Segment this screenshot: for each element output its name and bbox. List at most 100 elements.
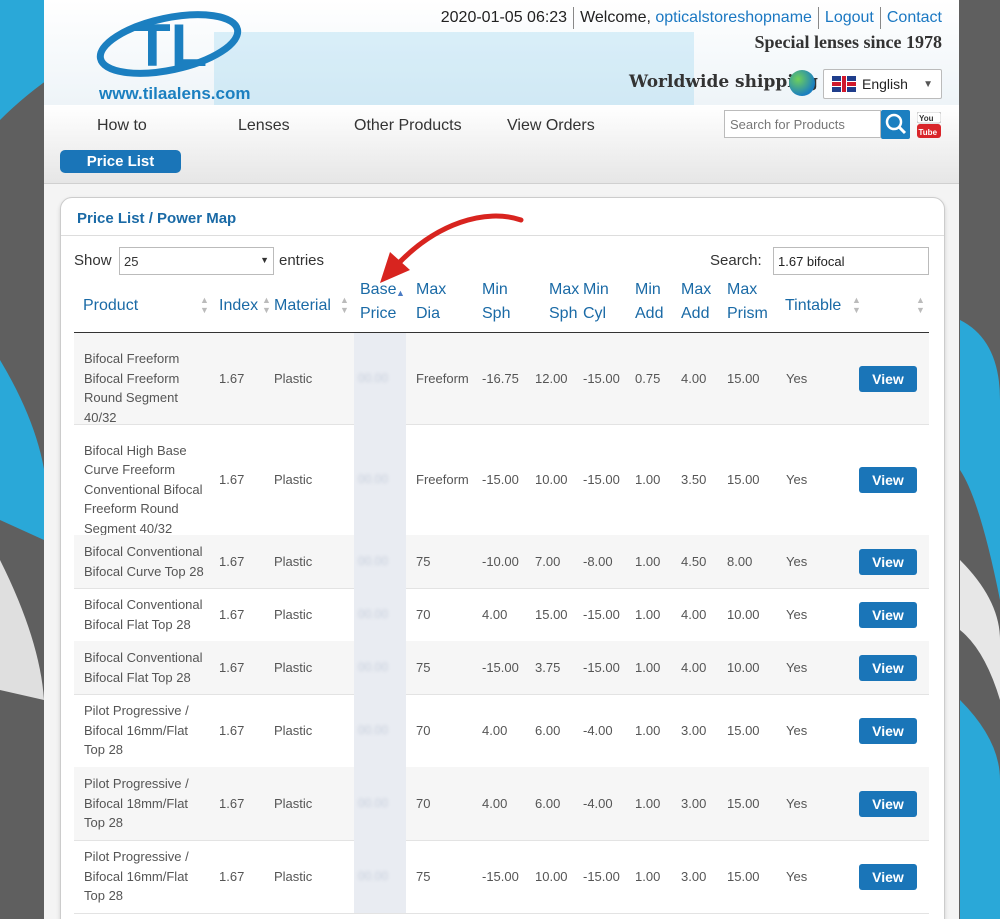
header: TL www.tilaalens.com 2020-01-05 06:23 We… bbox=[44, 0, 959, 105]
nav-lenses[interactable]: Lenses bbox=[238, 117, 290, 135]
cell-min-cyl: -15.00 bbox=[583, 659, 620, 675]
search-label: Search: bbox=[710, 252, 762, 269]
contact-link[interactable]: Contact bbox=[887, 9, 942, 27]
cell-max-prism: 15.00 bbox=[727, 795, 760, 811]
page-container: TL www.tilaalens.com 2020-01-05 06:23 We… bbox=[44, 0, 959, 919]
cell-max-sph: 6.00 bbox=[535, 722, 561, 738]
col-max-add[interactable]: Max Add bbox=[681, 278, 711, 326]
cell-max-prism: 15.00 bbox=[727, 370, 760, 386]
col-max-dia-line2: Dia bbox=[416, 305, 441, 322]
cell-max-add: 4.00 bbox=[681, 370, 707, 386]
cell-min-cyl: -15.00 bbox=[583, 868, 620, 884]
cell-tintable: Yes bbox=[786, 795, 808, 811]
table-row: Bifocal High Base Curve Freeform Convent… bbox=[74, 424, 929, 536]
cell-tintable: Yes bbox=[786, 606, 808, 622]
main-nav: How to Lenses Other Products View Orders… bbox=[44, 105, 959, 184]
header-tint bbox=[214, 32, 694, 105]
view-button[interactable]: View bbox=[859, 863, 917, 890]
view-button[interactable]: View bbox=[859, 601, 917, 628]
col-max-sph[interactable]: Max Sph bbox=[549, 278, 579, 326]
cell-max-prism: 10.00 bbox=[727, 606, 760, 622]
username-link[interactable]: opticalstoreshopname bbox=[655, 9, 812, 27]
table-row: Bifocal Conventional Bifocal Curve Top 2… bbox=[74, 535, 929, 589]
cell-max-prism: 15.00 bbox=[727, 722, 760, 738]
cell-index: 1.67 bbox=[219, 795, 245, 811]
col-min-cyl[interactable]: Min Cyl bbox=[583, 278, 609, 326]
table-row: Bifocal Freeform Bifocal Freeform Round … bbox=[74, 333, 929, 425]
nav-other-products[interactable]: Other Products bbox=[354, 117, 462, 135]
table-header: Product ▲ ▼ Index ▲ ▼ Material ▲ ▼ Base Pri… bbox=[74, 280, 929, 334]
col-product[interactable]: Product bbox=[83, 294, 138, 318]
show-label: Show bbox=[74, 252, 112, 269]
table-search-input[interactable]: 1.67 bifocal bbox=[773, 247, 929, 275]
cell-min-cyl: -15.00 bbox=[583, 471, 620, 487]
view-button[interactable]: View bbox=[859, 365, 917, 392]
view-button[interactable]: View bbox=[859, 790, 917, 817]
cell-max-add: 3.00 bbox=[681, 722, 707, 738]
cell-min-add: 1.00 bbox=[635, 795, 661, 811]
logo-url: www.tilaalens.com bbox=[99, 84, 251, 103]
cell-base-price: 00.00 bbox=[358, 659, 389, 674]
cell-base-price: 00.00 bbox=[358, 795, 389, 810]
col-index[interactable]: Index bbox=[219, 294, 258, 318]
cell-index: 1.67 bbox=[219, 471, 245, 487]
cell-product: Bifocal Conventional Bifocal Curve Top 2… bbox=[84, 544, 204, 579]
youtube-icon[interactable]: You Tube bbox=[916, 111, 942, 138]
nav-price-list[interactable]: Price List bbox=[60, 150, 181, 173]
view-button[interactable]: View bbox=[859, 654, 917, 681]
view-button[interactable]: View bbox=[859, 548, 917, 575]
nav-how-to[interactable]: How to bbox=[97, 117, 147, 135]
cell-max-sph: 6.00 bbox=[535, 795, 561, 811]
col-max-add-line1: Max bbox=[681, 281, 712, 298]
cell-tintable: Yes bbox=[786, 868, 808, 884]
cell-index: 1.67 bbox=[219, 722, 245, 738]
sort-asc-icon: ▲ bbox=[396, 288, 405, 298]
cell-min-add: 0.75 bbox=[635, 370, 661, 386]
product-search-input[interactable]: Search for Products bbox=[724, 110, 881, 138]
welcome-text: Welcome, bbox=[580, 9, 651, 26]
cell-max-dia: 75 bbox=[416, 868, 431, 884]
col-max-prism[interactable]: Max Prism bbox=[727, 278, 768, 326]
cell-min-sph: 4.00 bbox=[482, 606, 508, 622]
tagline: Special lenses since 1978 bbox=[754, 32, 943, 52]
cell-material: Plastic bbox=[274, 553, 313, 569]
cell-max-sph: 10.00 bbox=[535, 471, 568, 487]
cell-min-cyl: -4.00 bbox=[583, 722, 613, 738]
cell-max-sph: 7.00 bbox=[535, 553, 561, 569]
language-select[interactable]: English ▼ bbox=[823, 69, 942, 99]
search-button[interactable] bbox=[881, 110, 910, 139]
top-bar: 2020-01-05 06:23 Welcome, opticalstoresh… bbox=[441, 6, 942, 30]
entries-select[interactable]: 25 ▼ bbox=[119, 247, 274, 275]
language-label: English bbox=[862, 76, 908, 92]
col-min-add[interactable]: Min Add bbox=[635, 278, 663, 326]
cell-max-dia: 75 bbox=[416, 659, 431, 675]
col-max-prism-line1: Max bbox=[727, 281, 758, 298]
col-min-cyl-line2: Cyl bbox=[583, 305, 607, 322]
col-material[interactable]: Material bbox=[274, 294, 331, 318]
cell-product: Pilot Progressive / Bifocal 18mm/Flat To… bbox=[84, 776, 189, 831]
chevron-down-icon: ▼ bbox=[260, 255, 269, 265]
cell-max-add: 4.50 bbox=[681, 553, 707, 569]
cell-max-dia: 70 bbox=[416, 795, 431, 811]
cell-max-add: 4.00 bbox=[681, 606, 707, 622]
cell-index: 1.67 bbox=[219, 868, 245, 884]
col-min-add-line1: Min bbox=[635, 281, 661, 298]
cell-max-dia: 75 bbox=[416, 553, 431, 569]
cell-index: 1.67 bbox=[219, 370, 245, 386]
sort-icon: ▲ ▼ bbox=[200, 295, 209, 315]
cell-min-add: 1.00 bbox=[635, 606, 661, 622]
table-row: Bifocal Conventional Bifocal Flat Top 28… bbox=[74, 588, 929, 642]
logout-link[interactable]: Logout bbox=[825, 9, 874, 27]
cell-base-price: 00.00 bbox=[358, 868, 389, 883]
uk-flag-icon bbox=[832, 76, 856, 92]
view-button[interactable]: View bbox=[859, 717, 917, 744]
cell-min-sph: -16.75 bbox=[482, 370, 519, 386]
col-tintable[interactable]: Tintable bbox=[785, 294, 841, 318]
search-icon bbox=[885, 113, 907, 135]
cell-min-cyl: -15.00 bbox=[583, 606, 620, 622]
cell-min-sph: 4.00 bbox=[482, 795, 508, 811]
view-button[interactable]: View bbox=[859, 466, 917, 493]
nav-view-orders[interactable]: View Orders bbox=[507, 117, 595, 135]
site-logo[interactable]: TL www.tilaalens.com bbox=[84, 4, 254, 103]
divider bbox=[879, 7, 881, 29]
